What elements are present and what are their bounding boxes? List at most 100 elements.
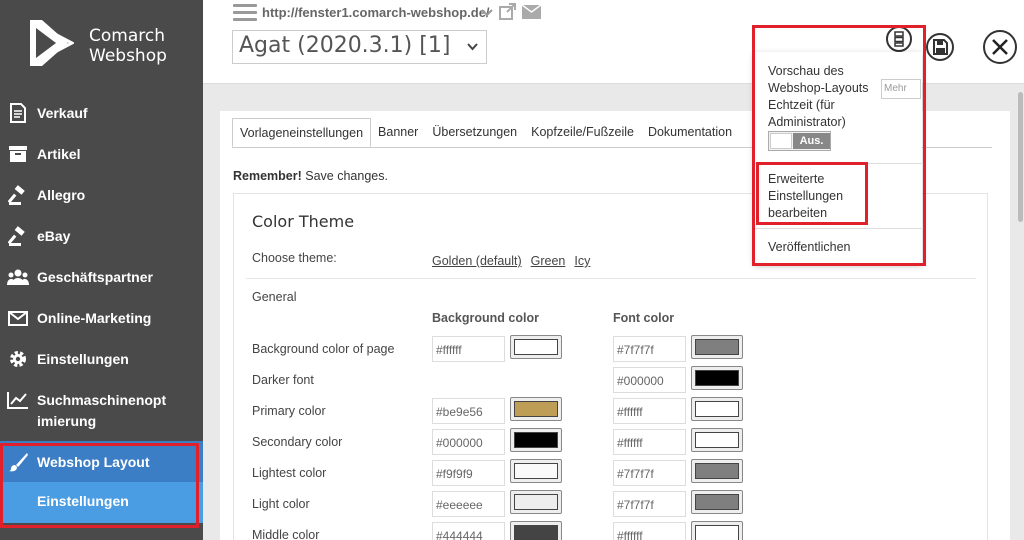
- sidebar-item-label: eBay: [37, 228, 71, 244]
- gavel-icon: [7, 226, 29, 246]
- background-hex-input[interactable]: #444444: [432, 522, 505, 540]
- brand-line1: Comarch: [89, 26, 165, 46]
- sidebar-item-label: Geschäftspartner: [37, 269, 153, 285]
- sidebar-item-ebay[interactable]: eBay: [0, 215, 203, 256]
- background-color-swatch[interactable]: [510, 459, 562, 483]
- font-hex-input[interactable]: #ffffff: [613, 429, 686, 455]
- theme-choices: Golden (default) Green Icy: [432, 254, 590, 268]
- section-title: Color Theme: [252, 212, 355, 231]
- envelope-icon[interactable]: [521, 3, 542, 22]
- chevron-down-icon[interactable]: [481, 6, 493, 21]
- tab-banner[interactable]: Banner: [371, 118, 425, 148]
- sidebar-item-suchmaschinenoptimierung[interactable]: Suchmaschinenopt imierung: [0, 379, 203, 441]
- dropdown-header: [755, 26, 923, 52]
- background-hex-input[interactable]: #f9f9f9: [432, 460, 505, 486]
- color-row-label: Light color: [252, 497, 310, 511]
- sidebar-item-label: Online-Marketing: [37, 310, 152, 326]
- theme-choice-golden[interactable]: Golden (default): [432, 254, 522, 268]
- color-row-label: Background color of page: [252, 342, 395, 356]
- paintbrush-icon: [7, 452, 29, 472]
- background-color-swatch[interactable]: [510, 397, 562, 421]
- font-hex-input[interactable]: #7f7f7f: [613, 491, 686, 517]
- save-layout-icon[interactable]: [923, 30, 957, 64]
- theme-choice-green[interactable]: Green: [531, 254, 566, 268]
- sidebar-item-verkauf[interactable]: Verkauf: [0, 92, 203, 133]
- sidebar-item-label: Allegro: [37, 187, 86, 203]
- background-color-swatch[interactable]: [510, 335, 562, 359]
- font-color-swatch[interactable]: [691, 366, 743, 390]
- mehr-input[interactable]: Mehr: [881, 79, 921, 99]
- background-color-swatch[interactable]: [510, 521, 562, 540]
- sidebar-subitem-einstellungen[interactable]: Einstellungen: [0, 482, 203, 523]
- font-color-swatch[interactable]: [691, 397, 743, 421]
- font-color-swatch[interactable]: [691, 428, 743, 452]
- font-color-header: Font color: [613, 311, 675, 325]
- archive-box-icon: [7, 144, 29, 164]
- tab-kopfzeile-fusszeile[interactable]: Kopfzeile/Fußzeile: [524, 118, 641, 148]
- tab-dokumentation[interactable]: Dokumentation: [641, 118, 739, 148]
- tab-bar: Vorlageneinstellungen Banner Übersetzung…: [232, 118, 739, 148]
- tab-uebersetzungen[interactable]: Übersetzungen: [425, 118, 524, 148]
- preview-toggle[interactable]: Aus.: [768, 131, 831, 151]
- background-color-swatch[interactable]: [510, 490, 562, 514]
- toggle-off-label: Aus.: [793, 133, 830, 149]
- sidebar-item-label: Einstellungen: [37, 351, 129, 367]
- theme-version-select[interactable]: Agat (2020.3.1) [1]: [232, 30, 487, 64]
- sidebar-item-geschaeftspartner[interactable]: Geschäftspartner: [0, 256, 203, 297]
- background-hex-input[interactable]: #eeeeee: [432, 491, 505, 517]
- font-color-swatch[interactable]: [691, 335, 743, 359]
- background-hex-input[interactable]: #ffffff: [432, 336, 505, 362]
- comarch-logo-icon: [30, 20, 74, 66]
- gear-icon: [7, 349, 29, 369]
- gavel-icon: [7, 185, 29, 205]
- font-color-swatch[interactable]: [691, 459, 743, 483]
- publish-link[interactable]: Veröffentlichen: [768, 239, 850, 256]
- font-color-swatch[interactable]: [691, 521, 743, 540]
- font-hex-input[interactable]: #7f7f7f: [613, 460, 686, 486]
- sidebar-item-label-line2: imierung: [37, 413, 97, 429]
- sidebar-item-label: Verkauf: [37, 105, 88, 121]
- sidebar-item-allegro[interactable]: Allegro: [0, 174, 203, 215]
- font-hex-input[interactable]: #ffffff: [613, 398, 686, 424]
- sidebar-item-label: Webshop Layout: [37, 454, 150, 470]
- color-row-label: Darker font: [252, 373, 314, 387]
- background-hex-input[interactable]: #be9e56: [432, 398, 505, 424]
- advanced-settings-link[interactable]: Erweiterte Einstellungen bearbeiten: [768, 171, 843, 222]
- background-hex-input[interactable]: #000000: [432, 429, 505, 455]
- choose-theme-label: Choose theme:: [252, 251, 337, 265]
- color-row-label: Middle color: [252, 528, 320, 540]
- external-link-icon[interactable]: [499, 3, 516, 23]
- theme-version-value: Agat (2020.3.1) [1]: [239, 33, 451, 58]
- sidebar-item-artikel[interactable]: Artikel: [0, 133, 203, 174]
- font-hex-input[interactable]: #ffffff: [613, 522, 686, 540]
- color-row-label: Secondary color: [252, 435, 343, 449]
- shop-url[interactable]: http://fenster1.comarch-webshop.de/: [262, 5, 490, 20]
- chart-line-icon: [7, 390, 29, 410]
- remember-text: Save changes.: [301, 169, 388, 183]
- font-color-swatch[interactable]: [691, 490, 743, 514]
- background-color-swatch[interactable]: [510, 428, 562, 452]
- font-hex-input[interactable]: #7f7f7f: [613, 336, 686, 362]
- close-icon: [992, 39, 1008, 55]
- color-row-label: Lightest color: [252, 466, 327, 480]
- document-icon: [7, 103, 29, 123]
- theme-choice-icy[interactable]: Icy: [574, 254, 590, 268]
- sidebar-item-online-marketing[interactable]: Online-Marketing: [0, 297, 203, 338]
- remember-notice: Remember! Save changes.: [233, 169, 388, 183]
- sidebar-item-webshop-layout[interactable]: Webshop Layout: [0, 441, 203, 482]
- hamburger-menu-icon[interactable]: [233, 4, 257, 22]
- background-color-header: Background color: [432, 311, 539, 325]
- layout-options-dropdown: Vorschau des Webshop-Layouts Echtzeit (f…: [754, 52, 922, 264]
- sidebar-nav: Verkauf Artikel Allegro eBay Geschäftspa…: [0, 92, 203, 523]
- close-button[interactable]: [983, 30, 1017, 64]
- tab-vorlageneinstellungen[interactable]: Vorlageneinstellungen: [232, 118, 372, 148]
- preview-realtime-label: Vorschau des Webshop-Layouts Echtzeit (f…: [768, 64, 869, 129]
- font-hex-input[interactable]: #000000: [613, 367, 686, 393]
- scrollbar[interactable]: [1017, 84, 1024, 540]
- sidebar-item-label: Suchmaschinenopt: [37, 392, 167, 408]
- color-row-label: Primary color: [252, 404, 326, 418]
- remember-bold: Remember!: [233, 169, 302, 183]
- brand-logo[interactable]: Comarch Webshop: [30, 20, 200, 70]
- sidebar-item-einstellungen[interactable]: Einstellungen: [0, 338, 203, 379]
- sidebar: Comarch Webshop Verkauf Artikel Allegro: [0, 0, 203, 540]
